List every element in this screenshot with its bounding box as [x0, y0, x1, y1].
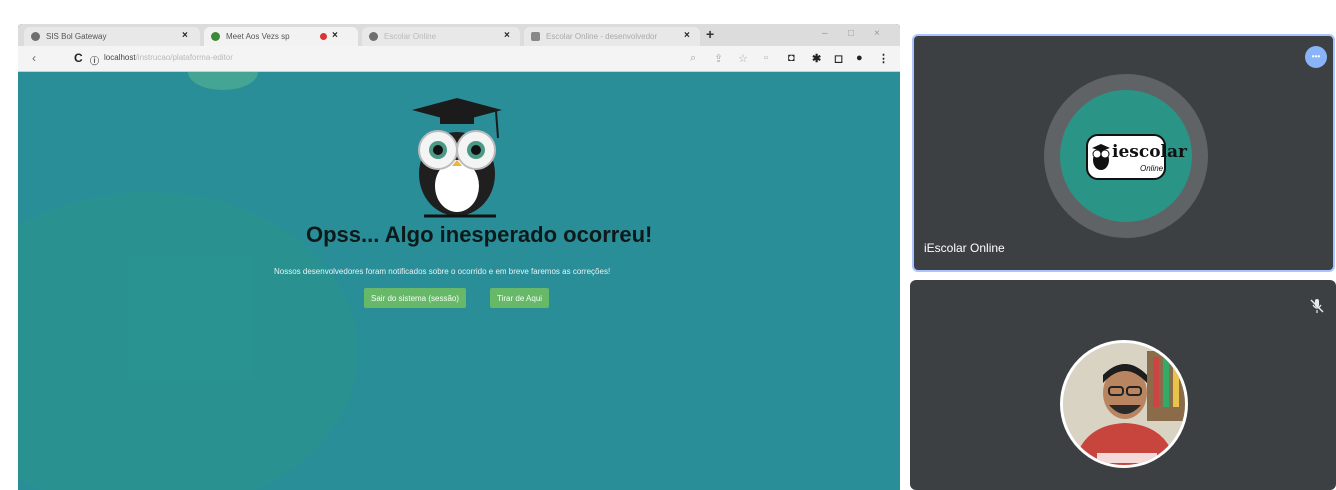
new-tab-icon[interactable]: + — [706, 26, 714, 42]
screen-share: SIS Bol Gateway × Meet Aos Vezs sp × Esc… — [18, 24, 900, 490]
participant-tile-iescolar[interactable]: ••• iescolar Online iEscolar Online — [912, 34, 1335, 272]
extension-icon[interactable]: ▫ — [764, 52, 768, 64]
address-bar: ‹ C ⓘ localhost/instrucao/plataforma-edi… — [18, 46, 900, 72]
back-icon[interactable]: ‹ — [32, 51, 36, 65]
url-host: localhost — [104, 53, 136, 62]
tab-bar: SIS Bol Gateway × Meet Aos Vezs sp × Esc… — [18, 24, 900, 46]
url-path: /instrucao/plataforma-editor — [135, 53, 233, 62]
participant-tile-camera[interactable] — [910, 280, 1336, 490]
person-video-icon — [1063, 343, 1185, 465]
close-icon[interactable]: × — [684, 30, 690, 41]
error-subtitle: Nossos desenvolvedores foram notificados… — [274, 267, 611, 276]
profile-icon[interactable]: ● — [856, 52, 863, 64]
globe-icon — [369, 32, 378, 41]
owl-favicon-icon — [531, 32, 540, 41]
close-icon[interactable]: × — [504, 30, 510, 41]
share-icon[interactable]: ⇪ — [714, 52, 723, 65]
mic-off-icon — [1310, 299, 1324, 313]
chrome-icon — [31, 32, 40, 41]
recording-dot-icon — [320, 33, 327, 40]
info-icon: ⓘ — [90, 56, 100, 66]
close-icon[interactable]: × — [332, 30, 338, 41]
minimize-icon[interactable]: – — [822, 28, 828, 39]
meet-icon — [211, 32, 220, 41]
tab-sis[interactable]: SIS Bol Gateway × — [24, 27, 200, 46]
owl-mascot-icon — [412, 98, 502, 218]
tab-label: Escolar Online — [384, 32, 437, 41]
logo-text: iescolar — [1112, 142, 1187, 162]
window-close-icon[interactable]: × — [874, 28, 880, 39]
tab-escolar-dev[interactable]: Escolar Online - desenvolvedor × — [524, 27, 700, 46]
tab-label: Escolar Online - desenvolvedor — [546, 32, 658, 41]
owl-logo-icon — [1092, 144, 1110, 170]
avatar: iescolar Online — [1044, 74, 1208, 238]
error-title: Opss... Algo inesperado ocorreu! — [306, 222, 653, 247]
extension-icon[interactable]: ◘ — [788, 52, 795, 64]
background-shape — [188, 72, 258, 90]
tab-label: Meet Aos Vezs sp — [226, 32, 290, 41]
puzzle-icon[interactable]: ✱ — [812, 52, 821, 65]
more-options-icon[interactable]: ••• — [1305, 46, 1327, 68]
url-field[interactable]: localhost/instrucao/plataforma-editor — [104, 53, 233, 62]
logo-subtext: Online — [1140, 164, 1164, 173]
close-icon[interactable]: × — [182, 30, 188, 41]
go-back-button[interactable]: Tirar de Aqui — [490, 288, 550, 308]
maximize-icon[interactable]: □ — [848, 28, 854, 39]
iescolar-logo: iescolar Online — [1086, 134, 1187, 180]
menu-icon[interactable]: ⋮ — [878, 52, 889, 65]
zoom-icon[interactable]: ⌕ — [690, 52, 696, 65]
participant-name: iEscolar Online — [924, 241, 1005, 255]
tab-meet[interactable]: Meet Aos Vezs sp × — [204, 27, 358, 46]
star-icon[interactable]: ☆ — [738, 52, 748, 65]
camera-video — [1060, 340, 1188, 468]
logout-button[interactable]: Sair do sistema (sessão) — [364, 288, 467, 308]
tab-label: SIS Bol Gateway — [46, 32, 107, 41]
sidepanel-icon[interactable]: ◻ — [834, 52, 843, 65]
tab-escolar[interactable]: Escolar Online × — [362, 27, 520, 46]
error-page: Opss... Algo inesperado ocorreu! Nossos … — [18, 72, 900, 490]
reload-icon[interactable]: C — [74, 51, 83, 65]
